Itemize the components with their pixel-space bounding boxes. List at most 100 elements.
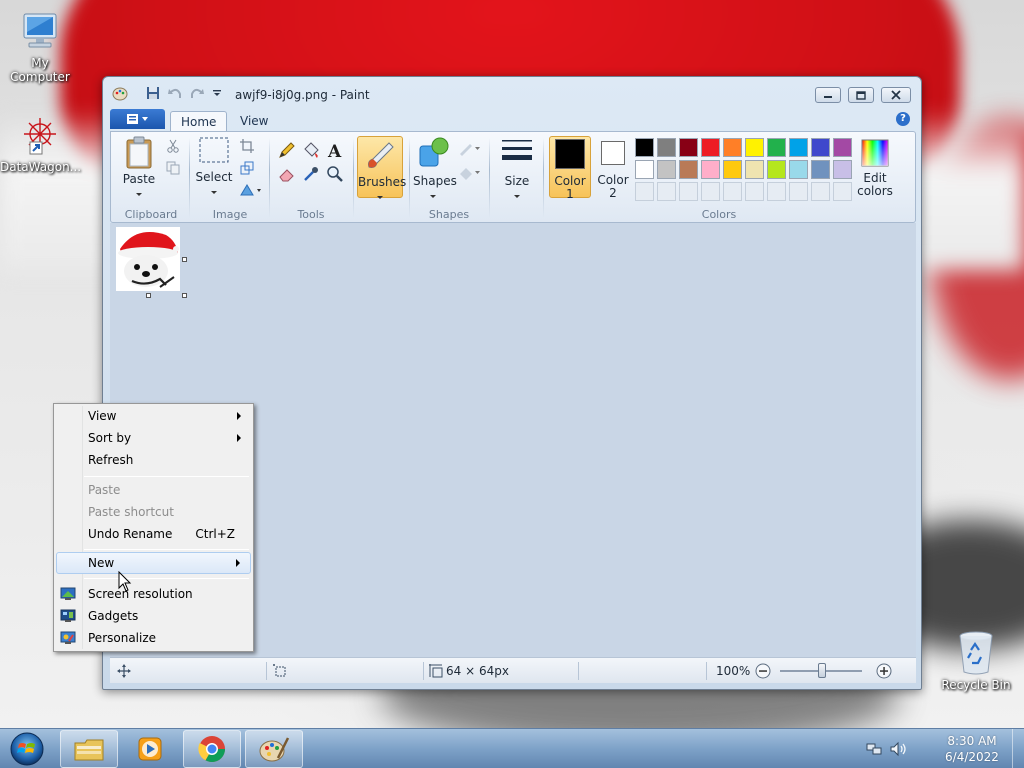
palette-swatch[interactable] (833, 138, 852, 157)
zoom-out-button[interactable] (753, 661, 773, 681)
help-icon[interactable]: ? (896, 112, 910, 126)
palette-swatch-custom[interactable] (635, 182, 654, 201)
palette-swatch[interactable] (701, 160, 720, 179)
palette-swatch[interactable] (679, 160, 698, 179)
taskbar-paint[interactable] (245, 730, 303, 768)
color2-button[interactable]: Color 2 (593, 136, 633, 200)
shapes-button[interactable]: Shapes (413, 136, 457, 202)
menu-item-screen-resolution[interactable]: Screen resolution (56, 583, 251, 605)
menu-item-gadgets[interactable]: Gadgets (56, 605, 251, 627)
palette-swatch-custom[interactable] (745, 182, 764, 201)
palette-swatch-custom[interactable] (723, 182, 742, 201)
taskbar-media-player[interactable] (121, 730, 179, 768)
palette-swatch[interactable] (635, 160, 654, 179)
menu-item-paste-shortcut[interactable]: Paste shortcut (56, 501, 251, 523)
color1-button[interactable]: Color 1 (549, 136, 591, 201)
menu-item-paste[interactable]: Paste (56, 479, 251, 501)
undo-icon[interactable] (167, 86, 183, 100)
palette-swatch[interactable] (789, 160, 808, 179)
mouse-cursor-icon (118, 571, 132, 592)
menu-item-new[interactable]: New (56, 552, 251, 574)
pencil-icon[interactable] (277, 140, 297, 160)
select-button[interactable]: Select (195, 136, 233, 198)
palette-swatch-custom[interactable] (767, 182, 786, 201)
brushes-button[interactable]: Brushes (357, 136, 406, 199)
cut-icon[interactable] (163, 136, 183, 156)
color2-swatch (601, 141, 625, 165)
desktop-icon-my-computer[interactable]: My Computer (0, 10, 80, 84)
paint-menu-button[interactable] (110, 109, 165, 129)
menu-item-undo-rename[interactable]: Undo Rename Ctrl+Z (56, 523, 251, 545)
palette-swatch[interactable] (657, 160, 676, 179)
close-button[interactable] (881, 87, 911, 103)
save-icon[interactable] (145, 86, 161, 100)
group-label-shapes: Shapes (428, 208, 470, 221)
fill-icon[interactable] (301, 140, 321, 160)
network-icon[interactable] (866, 741, 882, 757)
minimize-button[interactable] (815, 87, 841, 103)
zoom-in-button[interactable] (874, 661, 894, 681)
taskbar-file-explorer[interactable] (60, 730, 118, 768)
palette-swatch-custom[interactable] (701, 182, 720, 201)
resize-handle-bottom[interactable] (146, 293, 151, 298)
quick-access-dropdown-icon[interactable] (209, 86, 225, 100)
palette-swatch[interactable] (767, 138, 786, 157)
zoom-slider-thumb[interactable] (818, 663, 826, 678)
palette-swatch[interactable] (723, 160, 742, 179)
eraser-icon[interactable] (277, 164, 297, 184)
title-bar[interactable]: awjf9-i8j0g.png - Paint (103, 77, 921, 107)
text-icon[interactable]: A (325, 140, 345, 160)
group-label-clipboard: Clipboard (124, 208, 178, 221)
chevron-down-icon (136, 193, 142, 196)
palette-swatch[interactable] (635, 138, 654, 157)
palette-swatch[interactable] (745, 160, 764, 179)
desktop-icon-datawagon[interactable]: DataWagon... (0, 114, 81, 174)
zoom-level: 100% (716, 664, 751, 678)
start-button[interactable] (4, 730, 50, 768)
palette-swatch[interactable] (745, 138, 764, 157)
palette-swatch[interactable] (679, 138, 698, 157)
paint-app-icon[interactable] (112, 86, 128, 101)
menu-item-personalize[interactable]: Personalize (56, 627, 251, 649)
copy-icon[interactable] (163, 158, 183, 178)
outline-icon[interactable] (457, 138, 483, 158)
menu-item-refresh[interactable]: Refresh (56, 449, 251, 471)
palette-swatch[interactable] (833, 160, 852, 179)
clock-time[interactable]: 8:30 AM (932, 734, 1012, 748)
tab-home[interactable]: Home (170, 111, 228, 131)
edit-colors-button[interactable]: Edit colors (855, 136, 895, 198)
clock-date[interactable]: 6/4/2022 (932, 750, 1012, 764)
palette-swatch[interactable] (811, 138, 830, 157)
palette-swatch[interactable] (701, 138, 720, 157)
menu-item-view[interactable]: View (56, 405, 251, 427)
palette-swatch[interactable] (811, 160, 830, 179)
volume-icon[interactable] (890, 741, 908, 757)
magnifier-icon[interactable] (325, 164, 345, 184)
palette-swatch[interactable] (789, 138, 808, 157)
palette-swatch-custom[interactable] (811, 182, 830, 201)
resize-handle-right[interactable] (182, 257, 187, 262)
desktop-icon-recycle-bin[interactable]: Recycle Bin (936, 630, 1016, 692)
palette-swatch[interactable] (723, 138, 742, 157)
palette-swatch[interactable] (657, 138, 676, 157)
palette-swatch-custom[interactable] (833, 182, 852, 201)
taskbar-chrome[interactable] (183, 730, 241, 768)
paste-button[interactable]: Paste (119, 136, 159, 200)
menu-item-sort-by[interactable]: Sort by (56, 427, 251, 449)
crop-icon[interactable] (237, 136, 257, 156)
palette-swatch-custom[interactable] (789, 182, 808, 201)
redo-icon[interactable] (189, 86, 205, 100)
tab-view[interactable]: View (230, 111, 278, 131)
resize-handle-corner[interactable] (182, 293, 187, 298)
show-desktop-button[interactable] (1012, 729, 1024, 768)
size-button[interactable]: Size (497, 136, 537, 202)
canvas-image[interactable] (116, 227, 180, 291)
fill-shape-icon[interactable] (457, 162, 483, 182)
palette-swatch-custom[interactable] (679, 182, 698, 201)
palette-swatch[interactable] (767, 160, 786, 179)
resize-icon[interactable] (237, 158, 257, 178)
palette-swatch-custom[interactable] (657, 182, 676, 201)
color-picker-icon[interactable] (301, 164, 321, 184)
rotate-icon[interactable] (237, 180, 265, 200)
maximize-button[interactable] (848, 87, 874, 103)
